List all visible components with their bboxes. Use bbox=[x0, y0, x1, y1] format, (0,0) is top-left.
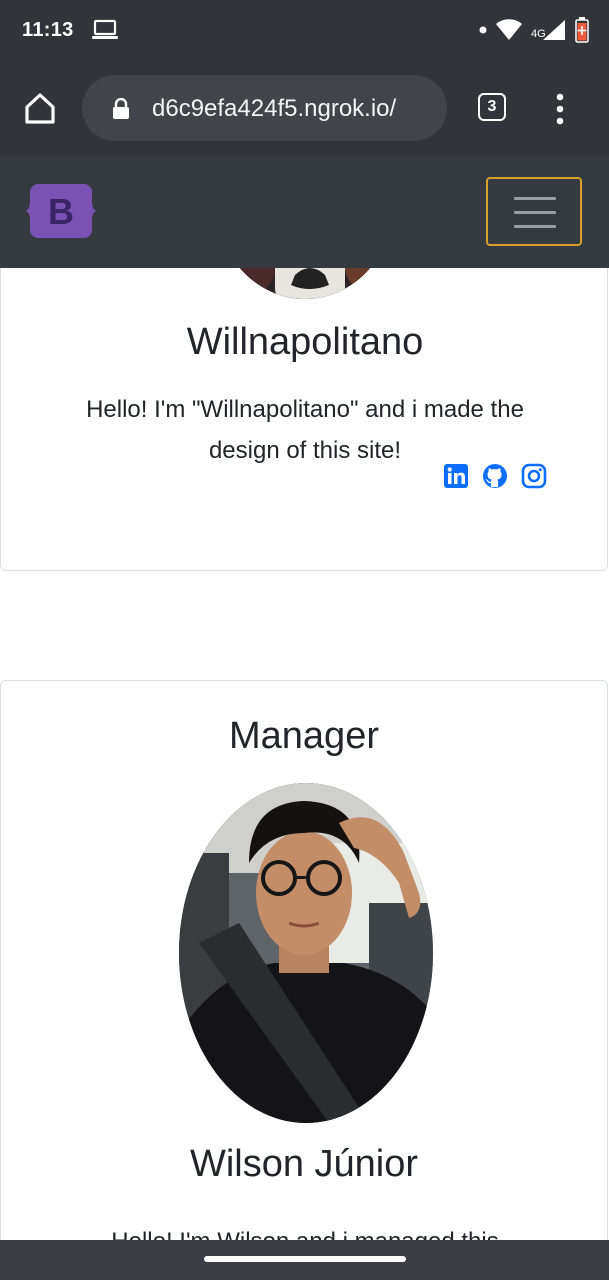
battery-icon bbox=[575, 17, 589, 43]
home-icon[interactable] bbox=[22, 90, 58, 126]
github-icon[interactable] bbox=[482, 463, 508, 489]
address-bar[interactable]: d6c9efa424f5.ngrok.io/ bbox=[82, 75, 447, 141]
browser-toolbar: d6c9efa424f5.ngrok.io/ 3 bbox=[0, 60, 609, 156]
signal-icon: 4G bbox=[531, 16, 567, 44]
member-name: Wilson Júnior bbox=[189, 1143, 419, 1185]
system-nav-bar bbox=[0, 1240, 609, 1280]
page-content: Willnapolitano Hello! I'm "Willnapolitan… bbox=[0, 268, 609, 1240]
dot-icon bbox=[479, 26, 487, 34]
member-bio: Hello! I'm Wilson and i managed this bbox=[71, 1221, 539, 1240]
status-bar: 11:13 4G bbox=[0, 0, 609, 60]
avatar bbox=[215, 268, 395, 299]
home-gesture-handle[interactable] bbox=[204, 1256, 406, 1262]
member-bio: Hello! I'm "Willnapolitano" and i made t… bbox=[86, 396, 524, 464]
laptop-icon bbox=[92, 19, 118, 39]
member-role: Manager bbox=[229, 715, 379, 757]
status-icons: 4G bbox=[479, 16, 589, 44]
url-text: d6c9efa424f5.ngrok.io/ bbox=[152, 95, 397, 122]
social-links bbox=[443, 463, 547, 489]
avatar bbox=[179, 783, 433, 1123]
navbar-toggler-button[interactable] bbox=[486, 177, 582, 246]
toggler-bar bbox=[514, 211, 556, 214]
more-vert-icon[interactable] bbox=[552, 93, 568, 125]
team-card: Manager Wilson Júnior Hello! I'm bbox=[0, 680, 608, 1240]
brand-letter: B bbox=[48, 191, 74, 232]
wifi-icon bbox=[496, 19, 522, 40]
toggler-bar bbox=[514, 197, 556, 200]
linkedin-icon[interactable] bbox=[443, 463, 469, 489]
status-time: 11:13 bbox=[22, 19, 74, 41]
bootstrap-logo[interactable]: B bbox=[26, 182, 96, 240]
lock-icon bbox=[113, 98, 129, 119]
team-card: Willnapolitano Hello! I'm "Willnapolitan… bbox=[0, 268, 608, 571]
tabs-icon[interactable]: 3 bbox=[478, 93, 506, 121]
instagram-icon[interactable] bbox=[521, 463, 547, 489]
toggler-bar bbox=[514, 225, 556, 228]
member-name: Willnapolitano bbox=[186, 321, 424, 363]
site-navbar: B bbox=[0, 156, 609, 268]
